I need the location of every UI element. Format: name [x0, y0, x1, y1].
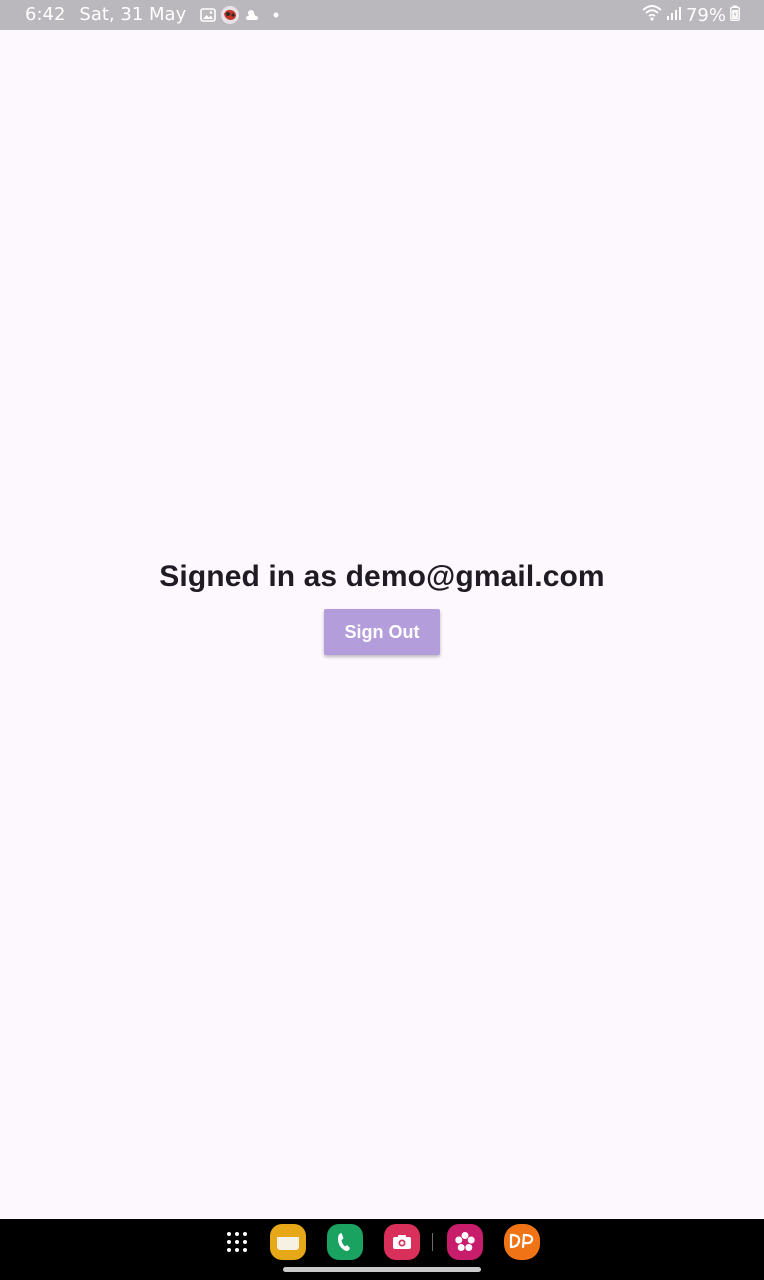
notification-icons — [200, 5, 280, 25]
taskbar-dock — [222, 1223, 561, 1261]
blossom-app-icon[interactable] — [447, 1224, 483, 1260]
signal-icon — [666, 5, 682, 26]
main-content: Signed in as demo@gmail.com Sign Out — [0, 30, 764, 1219]
battery-percent: 79% — [685, 5, 726, 26]
dock-divider — [432, 1233, 433, 1251]
dp-app-badge — [504, 1224, 540, 1260]
status-bar: 6:42 Sat, 31 May 79% — [0, 0, 764, 30]
gallery-icon — [200, 7, 217, 23]
game-icon — [220, 5, 240, 25]
phone-app-icon[interactable] — [327, 1224, 363, 1260]
signed-in-text: Signed in as demo@gmail.com — [159, 560, 605, 593]
status-time: 6:42 — [25, 4, 66, 25]
notes-app-icon[interactable] — [270, 1224, 306, 1260]
camera-app-badge — [384, 1224, 420, 1260]
wifi-icon — [642, 4, 662, 27]
blossom-app-badge — [447, 1224, 483, 1260]
dp-app-icon[interactable] — [504, 1224, 540, 1260]
home-indicator[interactable] — [283, 1267, 481, 1272]
phone-app-badge — [327, 1224, 363, 1260]
sign-out-button[interactable]: Sign Out — [324, 609, 440, 655]
dot-icon — [272, 11, 280, 19]
status-left: 6:42 Sat, 31 May — [25, 4, 280, 25]
status-right: 79% — [642, 4, 740, 27]
app-drawer-icon[interactable] — [222, 1224, 252, 1260]
weather-icon — [244, 7, 262, 23]
camera-app-icon[interactable] — [384, 1224, 420, 1260]
notes-app-badge — [270, 1224, 306, 1260]
status-date: Sat, 31 May — [79, 4, 187, 25]
battery-icon — [730, 5, 740, 26]
